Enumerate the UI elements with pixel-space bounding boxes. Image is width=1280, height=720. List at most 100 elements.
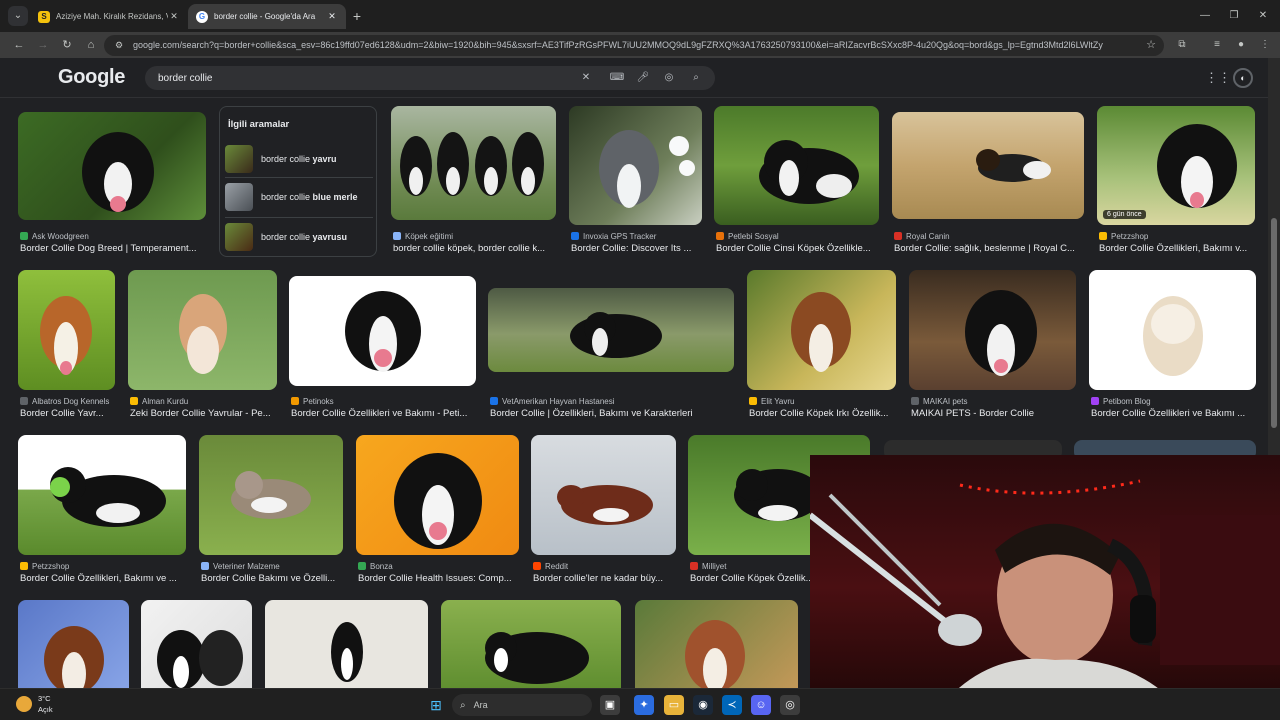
- dog-photo[interactable]: [128, 270, 277, 390]
- image-result[interactable]: MAIKAI pets MAIKAI PETS - Border Collie: [909, 270, 1076, 422]
- result-title[interactable]: Border Collie Bakımı ve Özelli...: [201, 573, 345, 586]
- file-explorer-icon[interactable]: ▭: [664, 695, 684, 715]
- voice-search-icon[interactable]: 🎤︎: [635, 70, 651, 86]
- result-title[interactable]: Zeki Border Collie Yavrular - Pe...: [130, 408, 279, 421]
- result-title[interactable]: Border Collie | Özellikleri, Bakımı ve K…: [490, 408, 736, 421]
- extensions-icon[interactable]: ⧉: [1173, 36, 1191, 54]
- image-result[interactable]: Köpek eğitimi border collie köpek, borde…: [391, 106, 556, 257]
- more-menu-icon[interactable]: ⋮: [1256, 36, 1274, 54]
- restore-icon[interactable]: ❐: [1219, 6, 1249, 26]
- discord-icon[interactable]: ☺: [751, 695, 771, 715]
- media-controls-icon[interactable]: ≡: [1208, 36, 1226, 54]
- dog-photo[interactable]: [391, 106, 556, 220]
- dog-photo[interactable]: [488, 288, 734, 372]
- task-view-icon[interactable]: ▣: [600, 695, 620, 715]
- minimize-icon[interactable]: —: [1190, 6, 1220, 26]
- close-tab-icon[interactable]: ✕: [168, 11, 180, 22]
- reload-icon[interactable]: ↻: [58, 36, 76, 54]
- dog-photo[interactable]: [289, 276, 476, 386]
- image-result[interactable]: Ask Woodgreen Border Collie Dog Breed | …: [18, 112, 206, 257]
- dog-photo[interactable]: [714, 106, 879, 225]
- image-result[interactable]: Reddit Border collie'ler ne kadar büy...: [531, 435, 676, 587]
- tab-search-icon[interactable]: ⌄: [8, 6, 28, 26]
- image-result[interactable]: Bonza Border Collie Health Issues: Comp.…: [356, 435, 519, 587]
- image-result[interactable]: Elit Yavru Border Collie Köpek Irkı Özel…: [747, 270, 896, 422]
- image-result[interactable]: [635, 600, 798, 688]
- taskbar-search[interactable]: ⌕ Ara: [452, 694, 592, 716]
- account-avatar[interactable]: ◐: [1233, 68, 1253, 88]
- image-result[interactable]: Petibom Blog Border Collie Özellikleri v…: [1089, 270, 1256, 422]
- dog-photo[interactable]: 6 gün önce: [1097, 106, 1255, 225]
- search-icon[interactable]: ⌕: [688, 70, 704, 86]
- dog-photo[interactable]: [356, 435, 519, 555]
- clear-search-icon[interactable]: ✕: [578, 70, 594, 86]
- steam-icon[interactable]: ◉: [693, 695, 713, 715]
- result-title[interactable]: Border Collie: sağlık, beslenme | Royal …: [894, 243, 1086, 256]
- search-box[interactable]: ✕ ⌨ 🎤︎ ◎ ⌕: [145, 66, 715, 90]
- close-tab-icon[interactable]: ✕: [326, 11, 338, 22]
- chrome-icon[interactable]: ◎: [780, 695, 800, 715]
- tab-rezidans[interactable]: S Aziziye Mah. Kiralık Rezidans, Villa ✕: [30, 4, 188, 29]
- result-title[interactable]: Border Collie Özellikleri, Bakımı v...: [1099, 243, 1257, 256]
- dog-photo[interactable]: [141, 600, 252, 688]
- dog-photo[interactable]: [531, 435, 676, 555]
- result-title[interactable]: Border Collie Özellikleri ve Bakımı ...: [1091, 408, 1258, 421]
- result-title[interactable]: MAIKAI PETS - Border Collie: [911, 408, 1078, 421]
- dog-photo[interactable]: [18, 600, 129, 688]
- dog-photo[interactable]: [1089, 270, 1256, 390]
- profile-icon[interactable]: ●: [1232, 36, 1250, 54]
- image-result[interactable]: [441, 600, 621, 688]
- image-result[interactable]: VetAmerikan Hayvan Hastanesi Border Coll…: [488, 288, 734, 422]
- weather-widget[interactable]: 3°C Açık: [16, 693, 53, 715]
- image-result[interactable]: Veteriner Malzeme Border Collie Bakımı v…: [199, 435, 343, 587]
- dog-photo[interactable]: [569, 106, 702, 225]
- result-title[interactable]: Border collie'ler ne kadar büy...: [533, 573, 678, 586]
- dog-photo[interactable]: [18, 435, 186, 555]
- copilot-icon[interactable]: ✦: [634, 695, 654, 715]
- related-item[interactable]: border collie blue merle: [225, 181, 373, 213]
- result-title[interactable]: Border Collie Köpek Irkı Özellik...: [749, 408, 898, 421]
- image-result[interactable]: [265, 600, 428, 688]
- image-result[interactable]: 6 gün önce Petzzshop Border Collie Özell…: [1097, 106, 1255, 257]
- site-info-icon[interactable]: ⚙: [112, 39, 126, 52]
- dog-photo[interactable]: [18, 112, 206, 220]
- image-result[interactable]: Albatros Dog Kennels Border Collie Yavr.…: [18, 270, 115, 422]
- result-title[interactable]: Border Collie: Discover Its ...: [571, 243, 704, 256]
- result-title[interactable]: border collie köpek, border collie k...: [393, 243, 558, 256]
- image-result[interactable]: Petinoks Border Collie Özellikleri ve Ba…: [289, 276, 476, 422]
- image-result[interactable]: [18, 600, 129, 688]
- result-title[interactable]: Border Collie Yavr...: [20, 408, 117, 421]
- start-windows-icon[interactable]: ⊞: [426, 695, 446, 715]
- image-result[interactable]: [141, 600, 252, 688]
- dog-photo[interactable]: [892, 112, 1084, 219]
- dog-photo[interactable]: [747, 270, 896, 390]
- tab-google-search[interactable]: G border collie - Google'da Ara ✕: [188, 4, 346, 29]
- result-title[interactable]: Border Collie Cinsi Köpek Özellikle...: [716, 243, 881, 256]
- dog-photo[interactable]: [18, 270, 115, 390]
- result-title[interactable]: Border Collie Özellikleri, Bakımı ve ...: [20, 573, 188, 586]
- bookmark-star-icon[interactable]: ☆: [1146, 38, 1156, 51]
- dog-photo[interactable]: [909, 270, 1076, 390]
- keyboard-icon[interactable]: ⌨: [609, 70, 625, 86]
- image-result[interactable]: Alman Kurdu Zeki Border Collie Yavrular …: [128, 270, 277, 422]
- result-title[interactable]: Border Collie Health Issues: Comp...: [358, 573, 521, 586]
- related-item[interactable]: border collie yavru: [225, 143, 373, 175]
- google-logo[interactable]: Google: [58, 66, 125, 89]
- dog-photo[interactable]: [441, 600, 621, 688]
- google-apps-icon[interactable]: ⋮⋮: [1205, 70, 1231, 86]
- image-result[interactable]: Petzzshop Border Collie Özellikleri, Bak…: [18, 435, 186, 587]
- dog-photo[interactable]: [265, 600, 428, 688]
- result-title[interactable]: Border Collie Dog Breed | Temperament...: [20, 243, 208, 256]
- dog-photo[interactable]: [635, 600, 798, 688]
- result-title[interactable]: Border Collie Özellikleri ve Bakımı - Pe…: [291, 408, 478, 421]
- image-result[interactable]: Royal Canin Border Collie: sağlık, besle…: [892, 112, 1084, 257]
- vscode-icon[interactable]: ≺: [722, 695, 742, 715]
- search-input[interactable]: [158, 70, 578, 86]
- related-item[interactable]: border collie yavrusu: [225, 221, 373, 253]
- lens-icon[interactable]: ◎: [661, 70, 677, 86]
- scrollbar-thumb[interactable]: [1271, 218, 1277, 428]
- home-icon[interactable]: ⌂: [82, 36, 100, 54]
- forward-icon[interactable]: →: [34, 36, 52, 54]
- close-window-icon[interactable]: ✕: [1248, 6, 1278, 26]
- image-result[interactable]: Invoxia GPS Tracker Border Collie: Disco…: [569, 106, 702, 257]
